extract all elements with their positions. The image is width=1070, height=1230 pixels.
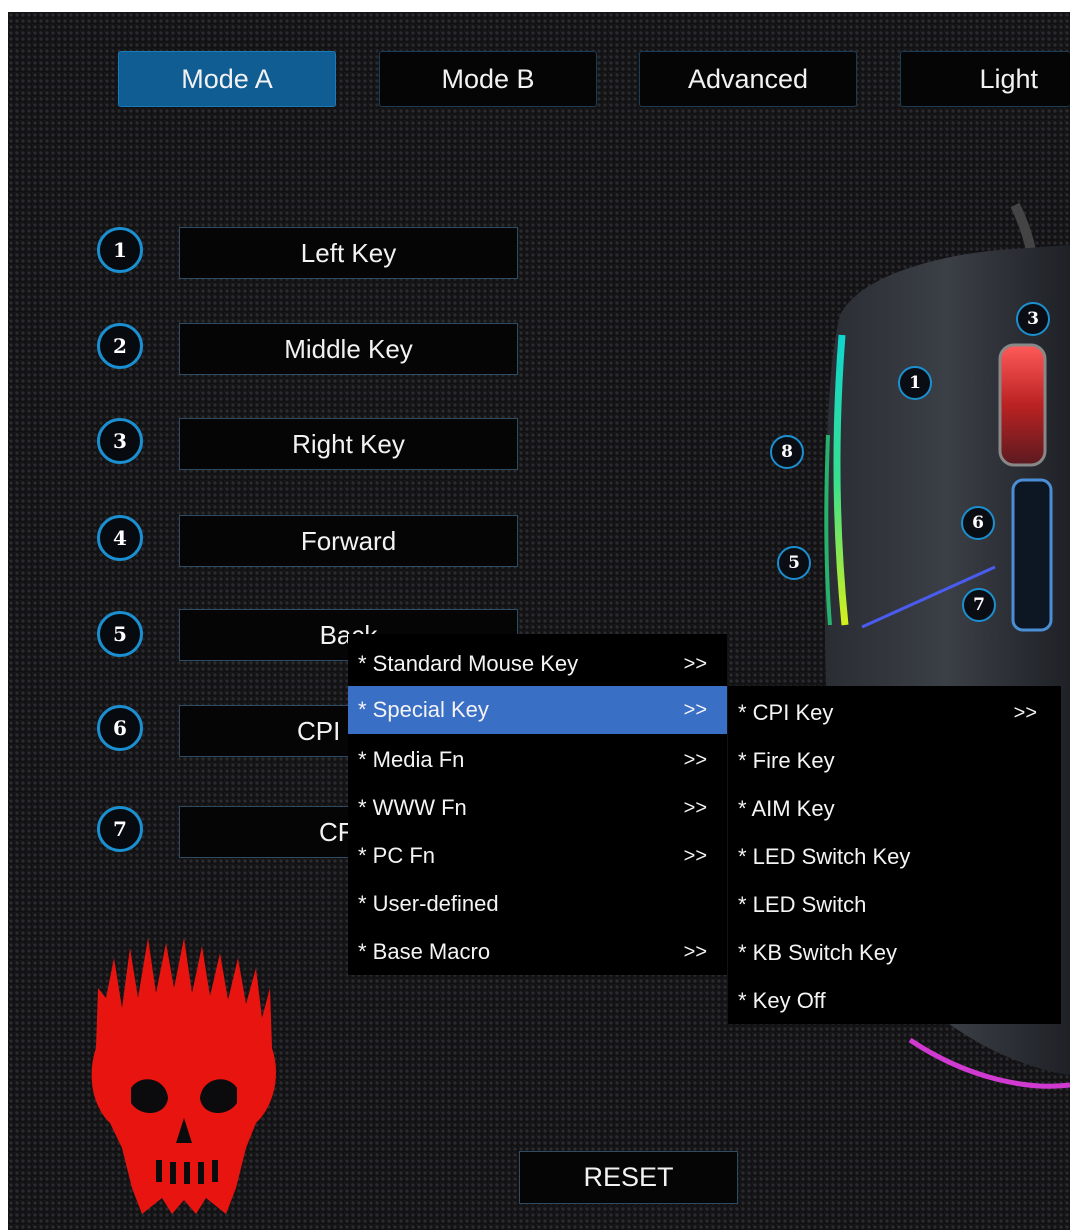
submenu-item-fire-key[interactable]: * Fire Key <box>728 737 1061 785</box>
special-key-submenu: * CPI Key >> * Fire Key * AIM Key * LED S… <box>728 686 1061 1024</box>
tab-mode-a[interactable]: Mode A <box>118 51 336 107</box>
menu-item-base-macro[interactable]: * Base Macro >> <box>348 928 727 976</box>
button-number-7: 7 <box>97 806 143 852</box>
button-number-2: 2 <box>97 323 143 369</box>
button-number-3: 3 <box>97 418 143 464</box>
submenu-arrow-icon: >> <box>683 652 707 675</box>
button-number-5: 5 <box>97 611 143 657</box>
tab-light[interactable]: Light <box>900 51 1070 107</box>
mouse-marker-3: 3 <box>1016 302 1050 336</box>
mouse-marker-8: 8 <box>770 435 804 469</box>
submenu-item-led-switch-key[interactable]: * LED Switch Key <box>728 833 1061 881</box>
left-key-button[interactable]: Left Key <box>179 227 518 279</box>
skull-logo <box>91 938 277 1214</box>
menu-item-www-fn[interactable]: * WWW Fn >> <box>348 784 727 832</box>
submenu-arrow-icon: >> <box>683 844 707 867</box>
submenu-item-cpi-key[interactable]: * CPI Key >> <box>728 689 1061 737</box>
menu-item-pc-fn[interactable]: * PC Fn >> <box>348 832 727 880</box>
submenu-item-aim-key[interactable]: * AIM Key <box>728 785 1061 833</box>
mouse-marker-7: 7 <box>962 588 996 622</box>
submenu-item-key-off[interactable]: * Key Off <box>728 977 1061 1025</box>
tab-advanced[interactable]: Advanced <box>639 51 857 107</box>
mouse-marker-1: 1 <box>898 366 932 400</box>
submenu-item-led-switch[interactable]: * LED Switch <box>728 881 1061 929</box>
submenu-arrow-icon: >> <box>683 940 707 963</box>
menu-item-special-key[interactable]: * Special Key >> <box>348 686 727 734</box>
mouse-marker-6: 6 <box>961 506 995 540</box>
right-key-button[interactable]: Right Key <box>179 418 518 470</box>
submenu-item-kb-switch-key[interactable]: * KB Switch Key <box>728 929 1061 977</box>
button-number-6: 6 <box>97 705 143 751</box>
menu-item-user-defined[interactable]: * User-defined <box>348 880 727 928</box>
context-menu: * Standard Mouse Key >> * Special Key >> *… <box>348 634 727 975</box>
submenu-arrow-icon: >> <box>1013 701 1037 724</box>
menu-item-media-fn[interactable]: * Media Fn >> <box>348 736 727 784</box>
menu-item-standard-mouse-key[interactable]: * Standard Mouse Key >> <box>348 640 727 688</box>
button-number-1: 1 <box>97 227 143 273</box>
reset-button[interactable]: RESET <box>519 1151 738 1204</box>
mouse-marker-5: 5 <box>777 546 811 580</box>
forward-button[interactable]: Forward <box>179 515 518 567</box>
submenu-arrow-icon: >> <box>683 796 707 819</box>
tab-mode-b[interactable]: Mode B <box>379 51 597 107</box>
middle-key-button[interactable]: Middle Key <box>179 323 518 375</box>
button-number-4: 4 <box>97 515 143 561</box>
submenu-arrow-icon: >> <box>683 698 707 721</box>
submenu-arrow-icon: >> <box>683 748 707 771</box>
